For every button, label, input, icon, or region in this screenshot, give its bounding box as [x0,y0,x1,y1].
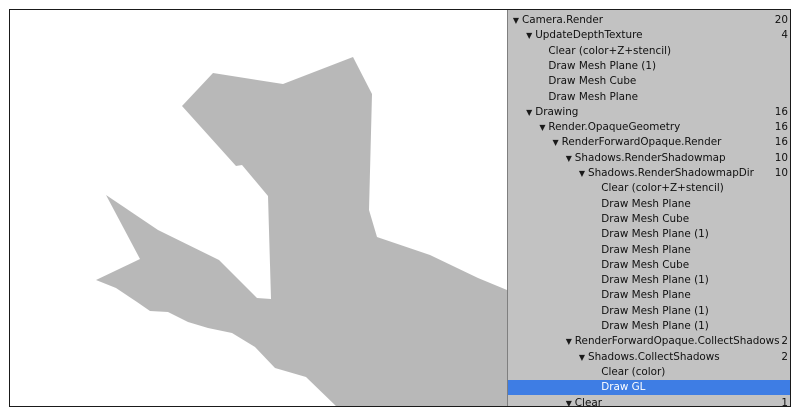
frame-event-label: Draw GL [601,381,646,394]
frame-event-label: Drawing [535,105,579,118]
frame-event-count: 2 [781,350,788,363]
frame-event-label: Draw Mesh Plane [601,243,691,256]
frame-event-row-selected[interactable]: Draw GL [508,380,790,396]
frame-event-row[interactable]: Draw Mesh Plane [508,197,790,212]
frame-event-row[interactable]: Clear (color+Z+stencil) [508,181,790,196]
expand-triangle-icon[interactable]: ▼ [564,334,574,349]
frame-event-row[interactable]: Clear (color) [508,365,790,380]
frame-event-row[interactable]: ▼ Render.OpaqueGeometry 16 [508,120,790,135]
frame-event-label: Draw Mesh Plane (1) [601,274,709,287]
frame-event-label: Clear (color+Z+stencil) [601,182,724,195]
frame-event-label: Draw Mesh Plane [601,289,691,302]
frame-event-label: Draw Mesh Plane [548,90,638,103]
frame-event-row[interactable]: Draw Mesh Plane (1) [508,319,790,334]
shadow-render-preview [96,57,507,406]
frame-event-label: UpdateDepthTexture [535,29,643,42]
frame-event-label: Draw Mesh Plane (1) [548,59,657,72]
frame-event-row[interactable]: ▼ Camera.Render 20 [508,13,790,28]
expand-triangle-icon[interactable]: ▼ [564,396,574,407]
expand-triangle-icon[interactable]: ▼ [577,166,587,181]
frame-event-label: RenderForwardOpaque.Render [561,136,722,149]
frame-event-row[interactable]: ▼ RenderForwardOpaque.CollectShadows 2 [508,334,790,349]
frame-event-count: 10 [774,167,788,179]
frame-debugger-screenshot: ▼ Camera.Render 20 ▼ UpdateDepthTexture 4 Clea… [9,9,791,407]
expand-triangle-icon[interactable]: ▼ [524,28,534,43]
frame-event-label: Shadows.CollectShadows [588,350,720,363]
frame-event-count: 16 [774,136,788,149]
frame-event-label: Shadows.RenderShadowmapDir [588,167,754,179]
frame-event-label: Clear [574,396,602,407]
frame-event-row[interactable]: Draw Mesh Cube [508,74,790,89]
expand-triangle-icon[interactable]: ▼ [577,350,587,365]
frame-event-count: 20 [774,14,788,26]
frame-event-label: Shadows.RenderShadowmap [574,151,726,164]
frame-event-row[interactable]: Draw Mesh Cube [508,258,790,273]
frame-event-label: Draw Mesh Cube [601,212,690,225]
frame-event-row[interactable]: ▼ Drawing 16 [508,105,790,120]
frame-event-count: 16 [774,121,788,134]
frame-event-row[interactable]: Draw Mesh Plane (1) [508,273,790,288]
frame-event-label: Draw Mesh Plane (1) [601,304,709,317]
expand-triangle-icon[interactable]: ▼ [564,151,574,166]
frame-event-label: Render.OpaqueGeometry [548,121,681,134]
frame-event-row[interactable]: ▼ Clear 1 [508,396,790,407]
frame-event-label: Draw Mesh Cube [601,258,690,271]
frame-event-count: 1 [781,396,788,407]
shadow-shape [96,57,507,406]
frame-event-row[interactable]: ▼ Shadows.CollectShadows 2 [508,350,790,365]
frame-event-row[interactable]: Draw Mesh Plane [508,288,790,303]
frame-event-row[interactable]: Draw Mesh Plane (1) [508,304,790,319]
frame-event-label: Draw Mesh Plane (1) [601,320,709,332]
expand-triangle-icon[interactable]: ▼ [524,105,534,120]
frame-event-row[interactable]: ▼ UpdateDepthTexture 4 [508,28,790,43]
expand-triangle-icon[interactable]: ▼ [537,120,547,135]
game-view [10,10,507,406]
expand-triangle-icon[interactable]: ▼ [551,135,561,150]
frame-event-row[interactable]: Draw Mesh Plane [508,90,790,105]
frame-event-row[interactable]: ▼ RenderForwardOpaque.Render 16 [508,135,790,150]
expand-triangle-icon[interactable]: ▼ [511,13,521,28]
frame-event-row[interactable]: Clear (color+Z+stencil) [508,44,790,59]
frame-event-row[interactable]: Draw Mesh Plane (1) [508,59,790,74]
frame-event-label: Clear (color) [601,365,666,378]
frame-event-label: Camera.Render [522,14,604,26]
frame-event-row[interactable]: Draw Mesh Cube [508,212,790,227]
frame-event-count: 16 [774,105,788,118]
frame-event-count: 4 [781,29,788,42]
frame-event-label: RenderForwardOpaque.CollectShadows [574,335,780,348]
frame-event-label: Clear (color+Z+stencil) [548,44,672,57]
frame-event-tree: ▼ Camera.Render 20 ▼ UpdateDepthTexture 4 Clea… [508,10,790,407]
frame-event-row[interactable]: ▼ Shadows.RenderShadowmapDir 10 [508,166,790,181]
frame-event-count: 10 [774,151,788,164]
frame-event-label: Draw Mesh Plane [601,197,691,210]
frame-event-row[interactable]: Draw Mesh Plane (1) [508,227,790,242]
frame-event-count: 2 [781,335,788,348]
frame-event-label: Draw Mesh Plane (1) [601,228,709,241]
frame-event-row[interactable]: ▼ Shadows.RenderShadowmap 10 [508,151,790,166]
frame-event-row[interactable]: Draw Mesh Plane [508,243,790,258]
frame-event-label: Draw Mesh Cube [548,75,637,88]
